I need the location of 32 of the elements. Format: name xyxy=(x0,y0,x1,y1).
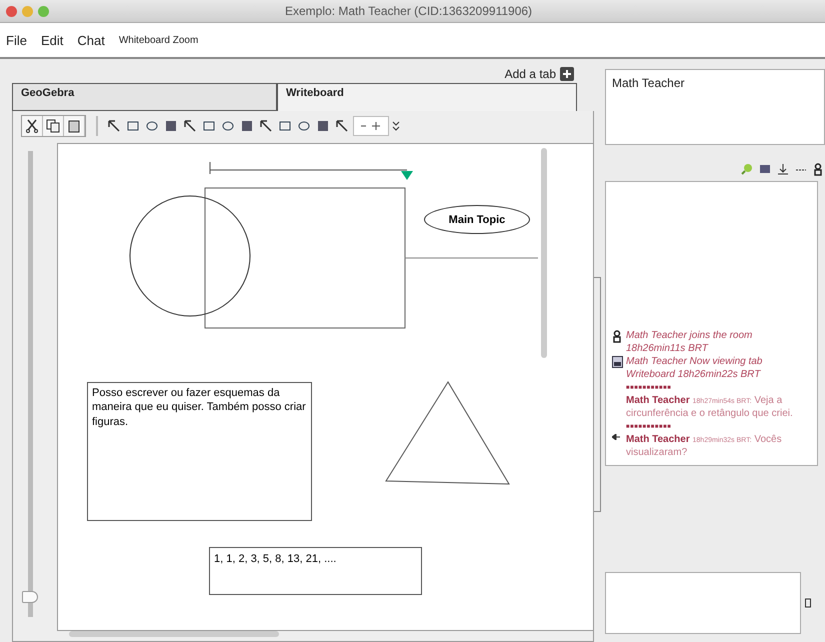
person-icon xyxy=(612,329,623,343)
slider-thumb[interactable] xyxy=(22,591,38,604)
scrollbar-thumb[interactable] xyxy=(69,631,279,637)
close-button[interactable] xyxy=(6,6,17,16)
user-name[interactable]: Math Teacher xyxy=(612,76,684,90)
window-title: Exemplo: Math Teacher (CID:1363209911906) xyxy=(285,4,532,18)
cut-icon[interactable] xyxy=(22,116,43,136)
chat-event: Math Teacher Now viewing tab Writeboard 18h26min22s BRT xyxy=(626,355,764,381)
plus-icon[interactable] xyxy=(560,67,574,81)
size-stepper[interactable] xyxy=(353,116,389,136)
tab[interactable]: GeoGebra xyxy=(12,83,277,111)
send-icon[interactable] xyxy=(805,598,811,608)
tab[interactable]: Writeboard xyxy=(277,83,577,111)
paste-icon[interactable] xyxy=(64,116,85,136)
text-note: Posso escrever ou fazer esquemas da maneira que eu quiser. Também posso criar figuras. xyxy=(87,382,312,521)
person-icon[interactable] xyxy=(813,162,823,176)
topic-node: Main Topic xyxy=(424,205,530,234)
text-note: 1, 1, 2, 3, 5, 8, 13, 21, .... xyxy=(209,547,422,595)
scrollbar-thumb[interactable] xyxy=(541,148,547,358)
chevron-icon[interactable] xyxy=(392,119,400,133)
message-input[interactable] xyxy=(605,572,801,634)
menu-item[interactable]: File xyxy=(6,32,27,48)
download-icon[interactable] xyxy=(777,163,789,175)
menu-item[interactable]: Edit xyxy=(40,32,64,48)
copy-icon[interactable] xyxy=(43,116,64,136)
chat-event: Math Teacher joins the room 18h26min11s BRT xyxy=(626,329,754,355)
menu-item[interactable]: Chat xyxy=(77,32,105,48)
menu-item[interactable]: Whiteboard Zoom xyxy=(118,34,198,46)
search-icon[interactable] xyxy=(741,163,753,175)
add-tab-link[interactable]: Add a tab xyxy=(504,67,556,81)
pointer-icon[interactable] xyxy=(106,118,122,134)
arrow-icon xyxy=(612,434,620,440)
